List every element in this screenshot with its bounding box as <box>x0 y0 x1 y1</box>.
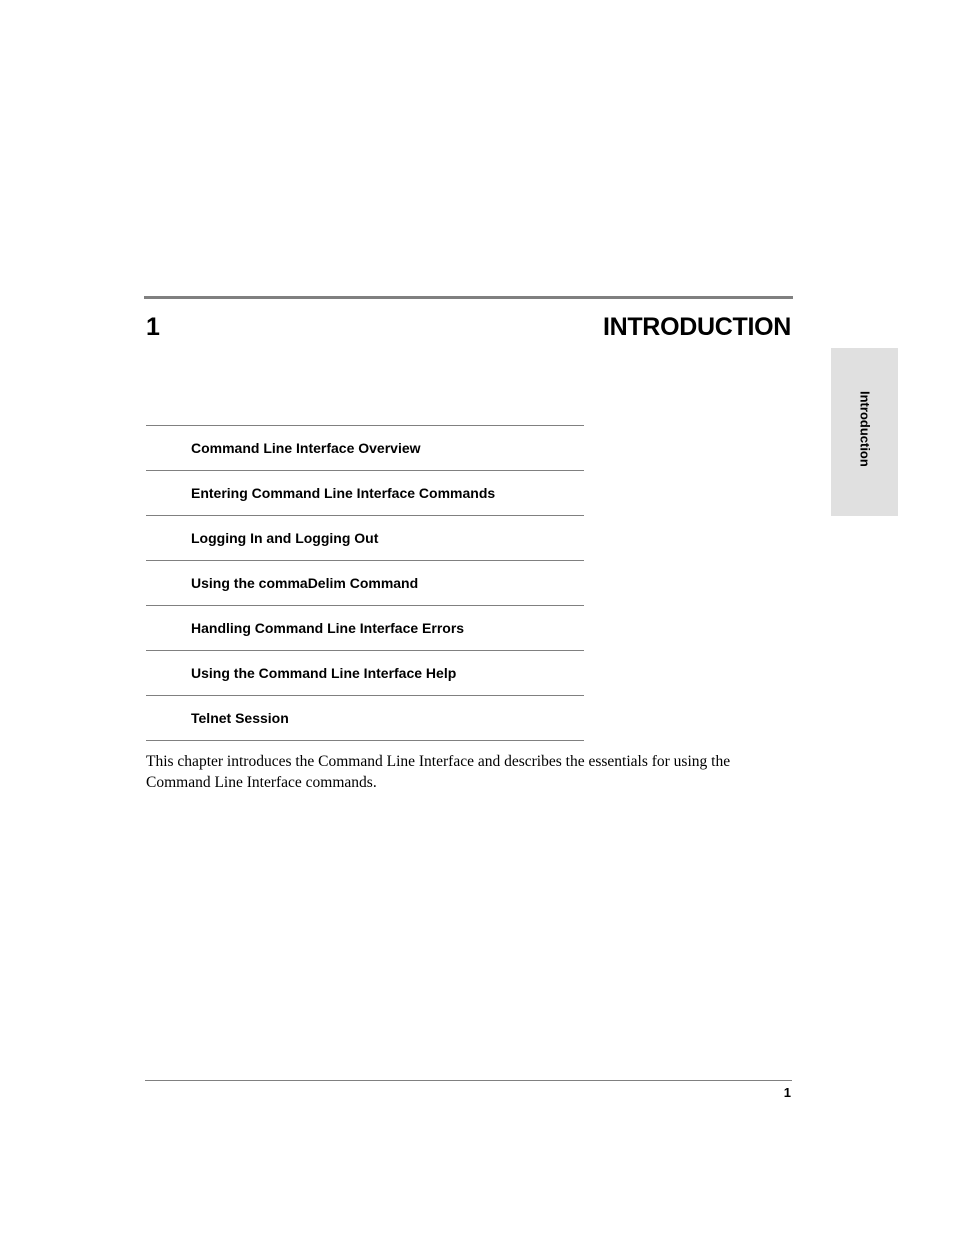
chapter-title: INTRODUCTION <box>602 313 791 341</box>
toc-item-label[interactable]: Command Line Interface Overview <box>191 440 421 457</box>
toc-item-label[interactable]: Telnet Session <box>191 710 289 727</box>
page-number: 1 <box>783 1085 791 1100</box>
toc-item-label[interactable]: Entering Command Line Interface Commands <box>191 485 495 502</box>
chapter-contents-list: Command Line Interface Overview Entering… <box>146 425 584 741</box>
toc-item[interactable]: Using the commaDelim Command <box>146 561 584 606</box>
toc-item[interactable]: Telnet Session <box>146 696 584 741</box>
side-tab-label: Introduction <box>857 391 873 467</box>
intro-paragraph: This chapter introduces the Command Line… <box>146 753 731 791</box>
side-thumb-tab: Introduction <box>831 348 898 516</box>
chapter-number: 1 <box>146 313 160 341</box>
toc-item-label[interactable]: Logging In and Logging Out <box>191 530 378 547</box>
toc-item[interactable]: Logging In and Logging Out <box>146 516 584 561</box>
toc-item[interactable]: Handling Command Line Interface Errors <box>146 606 584 651</box>
toc-item[interactable]: Command Line Interface Overview <box>146 426 584 471</box>
toc-item[interactable]: Entering Command Line Interface Commands <box>146 471 584 516</box>
chapter-top-rule <box>144 296 793 299</box>
toc-item-label[interactable]: Using the commaDelim Command <box>191 575 418 592</box>
footer-rule <box>145 1080 792 1081</box>
toc-item-label[interactable]: Using the Command Line Interface Help <box>191 665 456 682</box>
toc-item-label[interactable]: Handling Command Line Interface Errors <box>191 620 464 637</box>
toc-item[interactable]: Using the Command Line Interface Help <box>146 651 584 696</box>
